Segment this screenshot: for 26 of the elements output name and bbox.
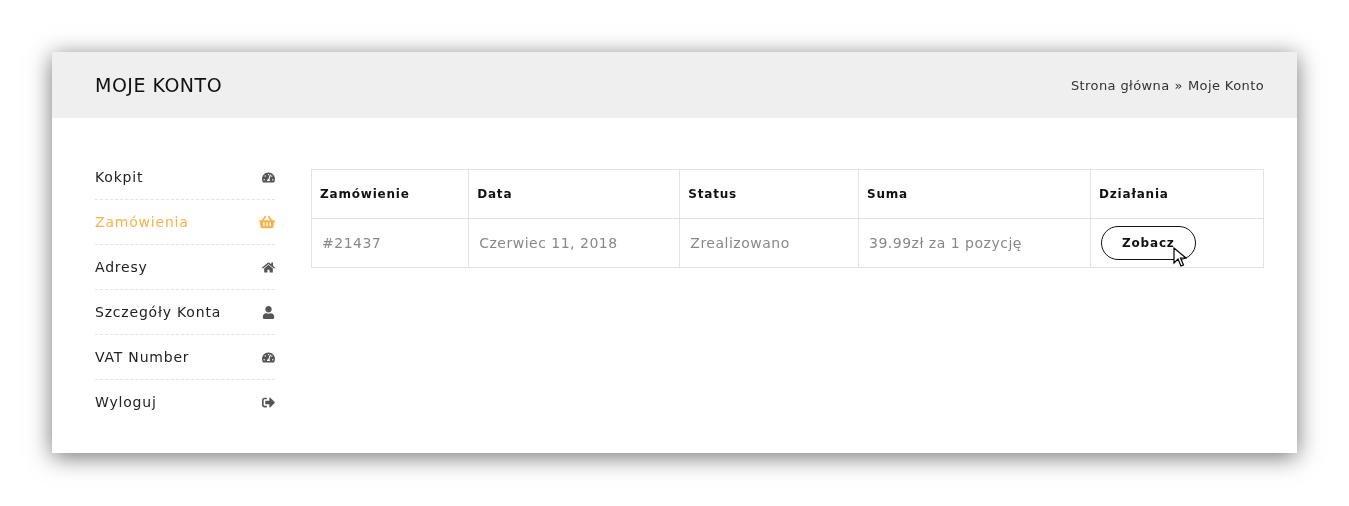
- cursor-icon: [1173, 247, 1188, 267]
- table-cell: Czerwiec 11, 2018: [468, 218, 680, 268]
- breadcrumb-current: Moje Konto: [1187, 77, 1264, 93]
- sidebar-item[interactable]: Szczegóły Konta: [95, 290, 275, 335]
- gauge-icon: [262, 350, 275, 364]
- table-cell: 39.99zł za 1 pozycję: [858, 218, 1091, 268]
- home-icon: [262, 260, 275, 274]
- sidebar-item[interactable]: Adresy: [95, 245, 275, 290]
- sidebar-item[interactable]: Kokpit: [95, 155, 275, 200]
- column-header: Data: [468, 169, 680, 219]
- table-cell: #21437: [311, 218, 469, 268]
- table-cell: Zrealizowano: [679, 218, 859, 268]
- page-title: MOJE KONTO: [95, 74, 223, 96]
- breadcrumb-separator: »: [1174, 77, 1183, 93]
- column-header: Suma: [858, 169, 1091, 219]
- user-icon: [262, 305, 275, 319]
- view-button[interactable]: Zobacz: [1101, 226, 1196, 260]
- column-header: Status: [679, 169, 859, 219]
- sidebar-item[interactable]: VAT Number: [95, 335, 275, 380]
- gauge-icon: [262, 170, 275, 184]
- breadcrumb-link[interactable]: Strona główna: [1070, 77, 1170, 93]
- basket-icon: [259, 214, 275, 230]
- sidebar-item[interactable]: Wyloguj: [95, 380, 275, 424]
- column-header: Zamówienie: [311, 169, 469, 219]
- sign-out-icon: [262, 395, 275, 409]
- column-header: Działania: [1090, 169, 1264, 219]
